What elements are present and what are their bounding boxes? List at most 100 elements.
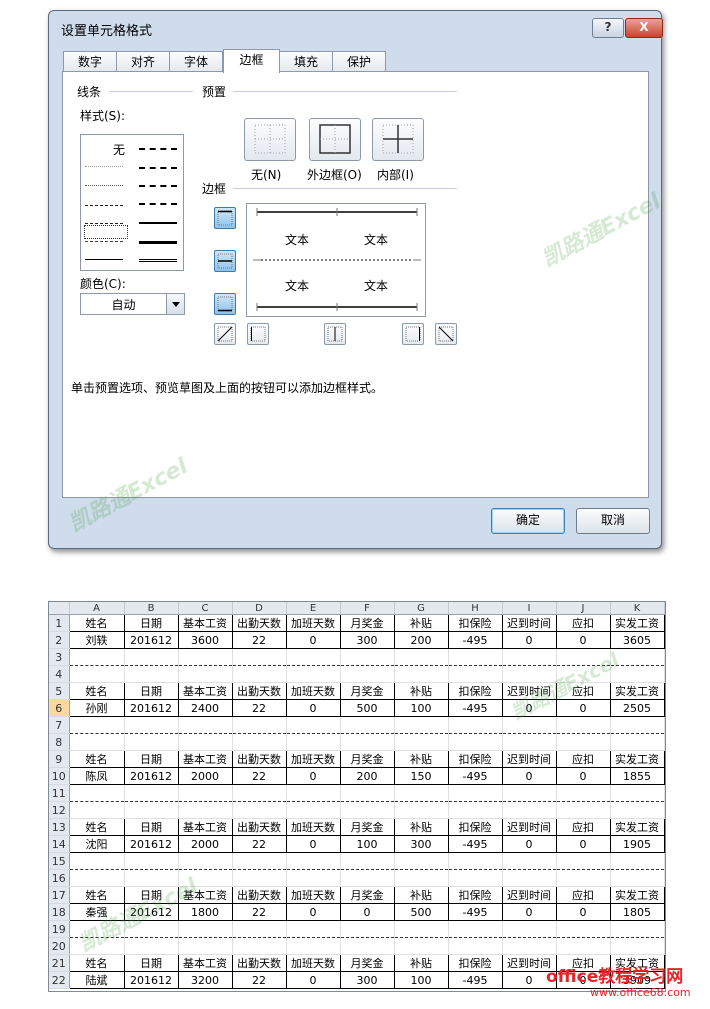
row-header[interactable]: 2 (49, 631, 70, 649)
table-cell[interactable] (556, 869, 611, 887)
table-cell[interactable]: 出勤天数 (232, 682, 287, 700)
row-header[interactable]: 4 (49, 665, 70, 683)
table-cell[interactable]: 2000 (177, 835, 233, 853)
table-cell[interactable] (610, 920, 665, 938)
table-cell[interactable] (556, 665, 611, 683)
table-cell[interactable]: 实发工资 (610, 886, 665, 904)
table-cell[interactable]: 22 (231, 971, 287, 989)
table-cell[interactable]: 迟到时间 (502, 818, 557, 836)
table-cell[interactable]: 300 (393, 835, 449, 853)
table-cell[interactable]: 扣保险 (448, 682, 503, 700)
row-header[interactable]: 1 (49, 614, 70, 632)
row-header[interactable]: 10 (49, 767, 70, 785)
table-cell[interactable]: 3600 (177, 631, 233, 649)
table-cell[interactable] (502, 801, 557, 819)
column-header[interactable]: A (69, 602, 125, 615)
table-cell[interactable] (232, 852, 287, 870)
table-cell[interactable] (340, 869, 395, 887)
table-cell[interactable] (394, 733, 449, 751)
table-cell[interactable] (124, 648, 179, 666)
table-cell[interactable]: 秦强 (68, 903, 125, 921)
table-cell[interactable] (448, 937, 503, 955)
table-cell[interactable]: 加班天数 (286, 682, 341, 700)
table-cell[interactable]: 0 (501, 699, 557, 717)
table-cell[interactable] (178, 716, 233, 734)
table-cell[interactable] (69, 937, 125, 955)
table-cell[interactable]: 姓名 (69, 682, 125, 700)
border-middle-horizontal-button[interactable] (214, 250, 236, 272)
table-cell[interactable]: 201612 (123, 971, 179, 989)
table-cell[interactable]: 姓名 (69, 818, 125, 836)
table-cell[interactable] (286, 665, 341, 683)
border-diagonal-down-button[interactable] (435, 323, 457, 345)
table-cell[interactable] (448, 920, 503, 938)
table-cell[interactable]: 基本工资 (178, 750, 233, 768)
table-cell[interactable]: 3200 (177, 971, 233, 989)
row-header[interactable]: 18 (49, 903, 70, 921)
table-cell[interactable]: -495 (447, 699, 503, 717)
table-cell[interactable]: 月奖金 (340, 614, 395, 632)
row-header[interactable]: 19 (49, 920, 70, 938)
tab-alignment[interactable]: 对齐 (116, 51, 170, 72)
table-cell[interactable]: 应扣 (556, 750, 611, 768)
preset-outline-button[interactable] (309, 118, 361, 161)
table-cell[interactable]: 日期 (124, 886, 179, 904)
table-cell[interactable]: 基本工资 (178, 614, 233, 632)
table-cell[interactable] (69, 920, 125, 938)
table-cell[interactable]: 22 (231, 699, 287, 717)
table-cell[interactable] (556, 920, 611, 938)
tab-font[interactable]: 字体 (169, 51, 223, 72)
table-cell[interactable] (394, 869, 449, 887)
table-cell[interactable] (502, 869, 557, 887)
table-cell[interactable]: 应扣 (556, 614, 611, 632)
table-cell[interactable] (556, 716, 611, 734)
table-cell[interactable]: 0 (285, 835, 341, 853)
table-cell[interactable] (448, 784, 503, 802)
table-cell[interactable] (448, 852, 503, 870)
table-cell[interactable]: 基本工资 (178, 954, 233, 972)
border-preview[interactable]: 文本 文本 文本 文本 (246, 203, 426, 317)
table-cell[interactable]: 沈阳 (68, 835, 125, 853)
column-header[interactable]: J (556, 602, 611, 615)
table-cell[interactable] (340, 937, 395, 955)
table-cell[interactable] (340, 920, 395, 938)
table-cell[interactable]: 出勤天数 (232, 818, 287, 836)
preset-inside-button[interactable] (372, 118, 424, 161)
border-bottom-button[interactable] (214, 293, 236, 315)
table-cell[interactable]: 补贴 (394, 886, 449, 904)
table-cell[interactable] (448, 716, 503, 734)
row-header[interactable]: 21 (49, 954, 70, 972)
table-cell[interactable]: 201612 (123, 699, 179, 717)
table-cell[interactable]: 月奖金 (340, 682, 395, 700)
table-cell[interactable]: 姓名 (69, 886, 125, 904)
table-cell[interactable]: 0 (555, 631, 611, 649)
row-header[interactable]: 9 (49, 750, 70, 768)
table-cell[interactable] (340, 801, 395, 819)
table-cell[interactable] (610, 784, 665, 802)
column-header[interactable]: E (286, 602, 341, 615)
preset-none-button[interactable] (244, 118, 296, 161)
table-cell[interactable] (556, 784, 611, 802)
row-header[interactable]: 15 (49, 852, 70, 870)
row-header[interactable]: 3 (49, 648, 70, 666)
table-cell[interactable]: 500 (393, 903, 449, 921)
table-cell[interactable]: 应扣 (556, 818, 611, 836)
border-right-button[interactable] (402, 323, 424, 345)
line-style-thick[interactable] (139, 241, 177, 244)
table-cell[interactable]: 0 (501, 903, 557, 921)
table-cell[interactable] (340, 852, 395, 870)
table-cell[interactable] (610, 648, 665, 666)
table-cell[interactable] (286, 733, 341, 751)
table-cell[interactable]: 孙刚 (68, 699, 125, 717)
line-style-dash-dot[interactable] (85, 223, 123, 224)
column-header[interactable]: F (340, 602, 395, 615)
line-style-dashed[interactable] (85, 241, 123, 242)
table-cell[interactable] (448, 869, 503, 887)
table-cell[interactable]: 实发工资 (610, 750, 665, 768)
table-cell[interactable] (124, 937, 179, 955)
table-cell[interactable]: 1905 (609, 835, 665, 853)
table-cell[interactable]: 0 (555, 767, 611, 785)
table-cell[interactable]: 0 (555, 903, 611, 921)
table-cell[interactable]: 300 (339, 971, 395, 989)
table-cell[interactable] (178, 937, 233, 955)
